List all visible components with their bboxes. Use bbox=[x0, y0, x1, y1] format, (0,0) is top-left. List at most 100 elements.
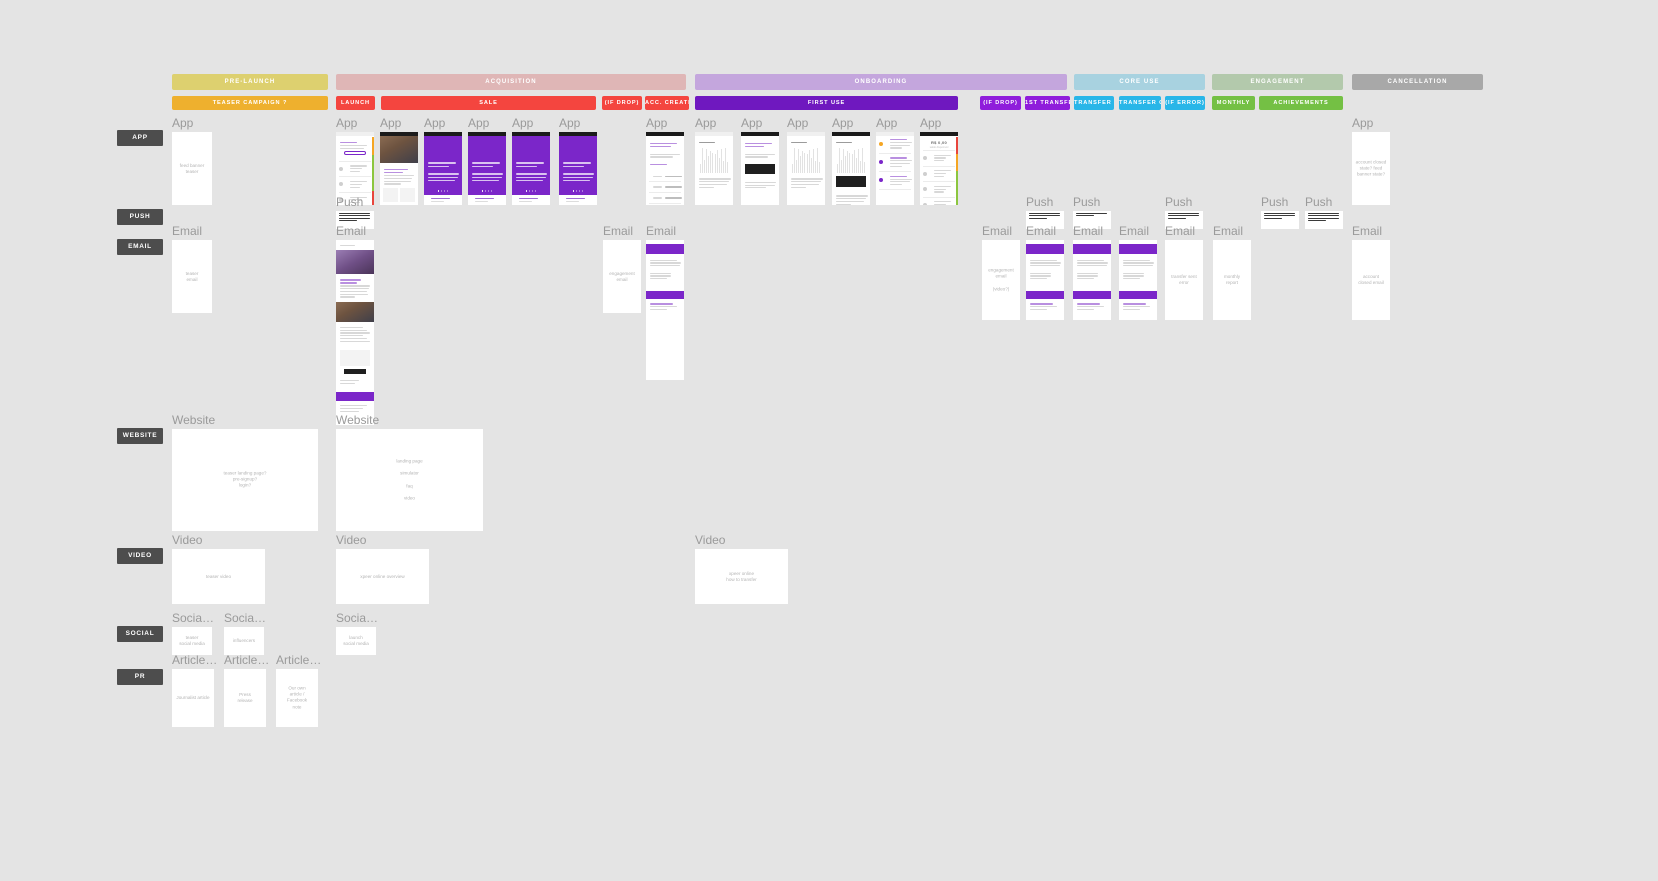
sub-phase-bar-transfer-out[interactable]: TRANSFER OUT bbox=[1119, 96, 1161, 110]
sub-phase-bar-if-error[interactable]: (IF ERROR) bbox=[1165, 96, 1205, 110]
card-c-own-article[interactable]: Our own article / Facebook note bbox=[276, 669, 318, 727]
card-c-push-achievements[interactable] bbox=[1305, 211, 1343, 229]
card-c-app-onb-4[interactable] bbox=[559, 132, 597, 205]
card-c-onb-chart-2[interactable] bbox=[787, 132, 825, 205]
content-line bbox=[428, 165, 450, 168]
push-text-line bbox=[1307, 213, 1339, 215]
card-c-onb-balance[interactable]: R$ 0,00 saldo disponível bbox=[920, 132, 958, 205]
purple-hero-panel bbox=[559, 136, 597, 195]
card-c-launch-social[interactable]: launch social media bbox=[336, 627, 376, 655]
rail-chip-pr[interactable]: PR bbox=[117, 669, 163, 685]
group-label-g-app-prelaunch: App bbox=[172, 117, 194, 130]
card-c-email-1st-transfer[interactable] bbox=[1026, 240, 1064, 320]
content-line bbox=[340, 410, 359, 413]
form-field-row[interactable] bbox=[646, 194, 684, 202]
form-field-row[interactable] bbox=[646, 183, 684, 191]
phase-bar-cancellation[interactable]: CANCELLATION bbox=[1352, 74, 1483, 90]
card-c-feed-banner-teaser[interactable]: feed banner teaser bbox=[172, 132, 212, 205]
content-line bbox=[836, 141, 852, 144]
card-c-app-onb-3[interactable] bbox=[512, 132, 550, 205]
card-c-teaser-video[interactable]: teaser video bbox=[172, 549, 265, 604]
sub-phase-bar-sale[interactable]: SALE bbox=[381, 96, 596, 110]
card-c-xpeer-overview[interactable]: xpeer online overview bbox=[336, 549, 429, 604]
card-c-transfer-sent-error[interactable]: transfer sent error bbox=[1165, 240, 1203, 320]
sub-phase-bar-if-drop-1[interactable]: (IF DROP) bbox=[602, 96, 642, 110]
sub-phase-bar-first-transfer-in[interactable]: 1ST TRANSFER IN bbox=[1025, 96, 1070, 110]
bottom-bar bbox=[424, 195, 462, 205]
rail-chip-social[interactable]: SOCIAL bbox=[117, 626, 163, 642]
content-line bbox=[1123, 306, 1150, 308]
notification-row[interactable] bbox=[876, 136, 914, 152]
phase-bar-engagement[interactable]: ENGAGEMENT bbox=[1212, 74, 1343, 90]
email-cta-box[interactable] bbox=[340, 349, 370, 366]
sub-phase-bar-acc-created[interactable]: ACC. CREATED bbox=[645, 96, 689, 110]
card-c-onb-transfer[interactable] bbox=[741, 132, 779, 205]
rail-chip-video[interactable]: VIDEO bbox=[117, 548, 163, 564]
card-c-email-transfer-out[interactable] bbox=[1119, 240, 1157, 320]
email-header-band bbox=[646, 244, 684, 254]
rail-chip-app[interactable]: APP bbox=[117, 130, 163, 146]
sub-phase-bar-first-use[interactable]: FIRST USE bbox=[695, 96, 958, 110]
card-c-account-closed-email[interactable]: account closed email bbox=[1352, 240, 1390, 320]
field-divider bbox=[649, 192, 681, 193]
notification-row[interactable] bbox=[876, 173, 914, 189]
card-c-onb-notifications[interactable] bbox=[876, 132, 914, 205]
card-c-teaser-landing[interactable]: teaser landing page? pre-signup? login? bbox=[172, 429, 318, 531]
card-c-email-transfer-in[interactable] bbox=[1073, 240, 1111, 320]
rail-chip-push[interactable]: PUSH bbox=[117, 209, 163, 225]
card-c-onboarding-email[interactable] bbox=[646, 240, 684, 380]
content-line bbox=[933, 204, 947, 205]
sub-phase-bar-transfer-in[interactable]: TRANSFER IN bbox=[1074, 96, 1114, 110]
rail-chip-email[interactable]: EMAIL bbox=[117, 239, 163, 255]
stripe-segment bbox=[371, 173, 374, 191]
card-c-app-welcome[interactable] bbox=[646, 132, 684, 205]
content-line bbox=[516, 176, 547, 179]
rail-chip-website[interactable]: WEBSITE bbox=[117, 428, 163, 444]
content-line bbox=[791, 141, 807, 144]
card-c-app-list-screen[interactable] bbox=[336, 132, 374, 205]
card-c-app-photo-screen[interactable] bbox=[380, 132, 418, 205]
card-c-app-onb-2[interactable] bbox=[468, 132, 506, 205]
form-field-row[interactable] bbox=[646, 172, 684, 180]
cta-button[interactable] bbox=[344, 150, 366, 155]
card-c-app-onb-1[interactable] bbox=[424, 132, 462, 205]
group-cards: xpeer online overview bbox=[336, 549, 459, 604]
content-line bbox=[699, 178, 731, 180]
content-line bbox=[889, 157, 908, 159]
card-c-journalist-article[interactable]: Journalist article bbox=[172, 669, 214, 727]
card-c-email-acq-long[interactable] bbox=[336, 240, 374, 425]
card-c-landing-page[interactable]: landing page simulator faq video bbox=[336, 429, 483, 531]
card-c-xpeer-howto[interactable]: xpeer online how to transfer bbox=[695, 549, 788, 604]
card-c-engagement-email-video[interactable]: engagement email (video?) bbox=[982, 240, 1020, 320]
card-c-onb-chart-1[interactable] bbox=[695, 132, 733, 205]
card-c-account-closed-state[interactable]: account closed state? feed banner state? bbox=[1352, 132, 1390, 205]
sub-phase-bar-teaser-campaign[interactable]: TEASER CAMPAIGN ? bbox=[172, 96, 328, 110]
bottom-bar-text bbox=[562, 196, 594, 203]
sub-phase-bar-achievements[interactable]: ACHIEVEMENTS bbox=[1259, 96, 1343, 110]
row-bullet-icon bbox=[923, 187, 927, 192]
card-c-engagement-email-acc[interactable]: engagement email bbox=[603, 240, 641, 313]
card-note-text: account closed email bbox=[1358, 273, 1384, 285]
card-c-press-release[interactable]: Press release bbox=[224, 669, 266, 727]
row-text bbox=[930, 200, 956, 205]
stripe-segment bbox=[955, 137, 958, 154]
content-line bbox=[745, 181, 777, 183]
card-c-monthly-report[interactable]: monthly report bbox=[1213, 240, 1251, 320]
phase-bar-pre-launch[interactable]: PRE-LAUNCH bbox=[172, 74, 328, 90]
card-c-influencers[interactable]: influencers bbox=[224, 627, 264, 655]
phase-bar-core-use[interactable]: CORE USE bbox=[1074, 74, 1205, 90]
card-c-teaser-social[interactable]: teaser social media bbox=[172, 627, 212, 655]
sub-phase-bar-monthly[interactable]: MONTHLY bbox=[1212, 96, 1255, 110]
email-header-band bbox=[1026, 244, 1064, 254]
sub-phase-bar-if-drop-2[interactable]: (IF DROP) bbox=[980, 96, 1021, 110]
phase-bar-acquisition[interactable]: ACQUISITION bbox=[336, 74, 686, 90]
card-c-teaser-email[interactable]: teaser email bbox=[172, 240, 212, 313]
content-line bbox=[431, 198, 451, 200]
notification-row[interactable] bbox=[876, 154, 914, 170]
group-label-g-social-prelaunch-2: Socia… bbox=[224, 612, 267, 625]
phase-bar-onboarding[interactable]: ONBOARDING bbox=[695, 74, 1067, 90]
sub-phase-bar-launch[interactable]: LAUNCH bbox=[336, 96, 375, 110]
card-c-onb-chart-3[interactable] bbox=[832, 132, 870, 205]
content-line bbox=[889, 162, 910, 165]
field-value bbox=[661, 185, 683, 189]
